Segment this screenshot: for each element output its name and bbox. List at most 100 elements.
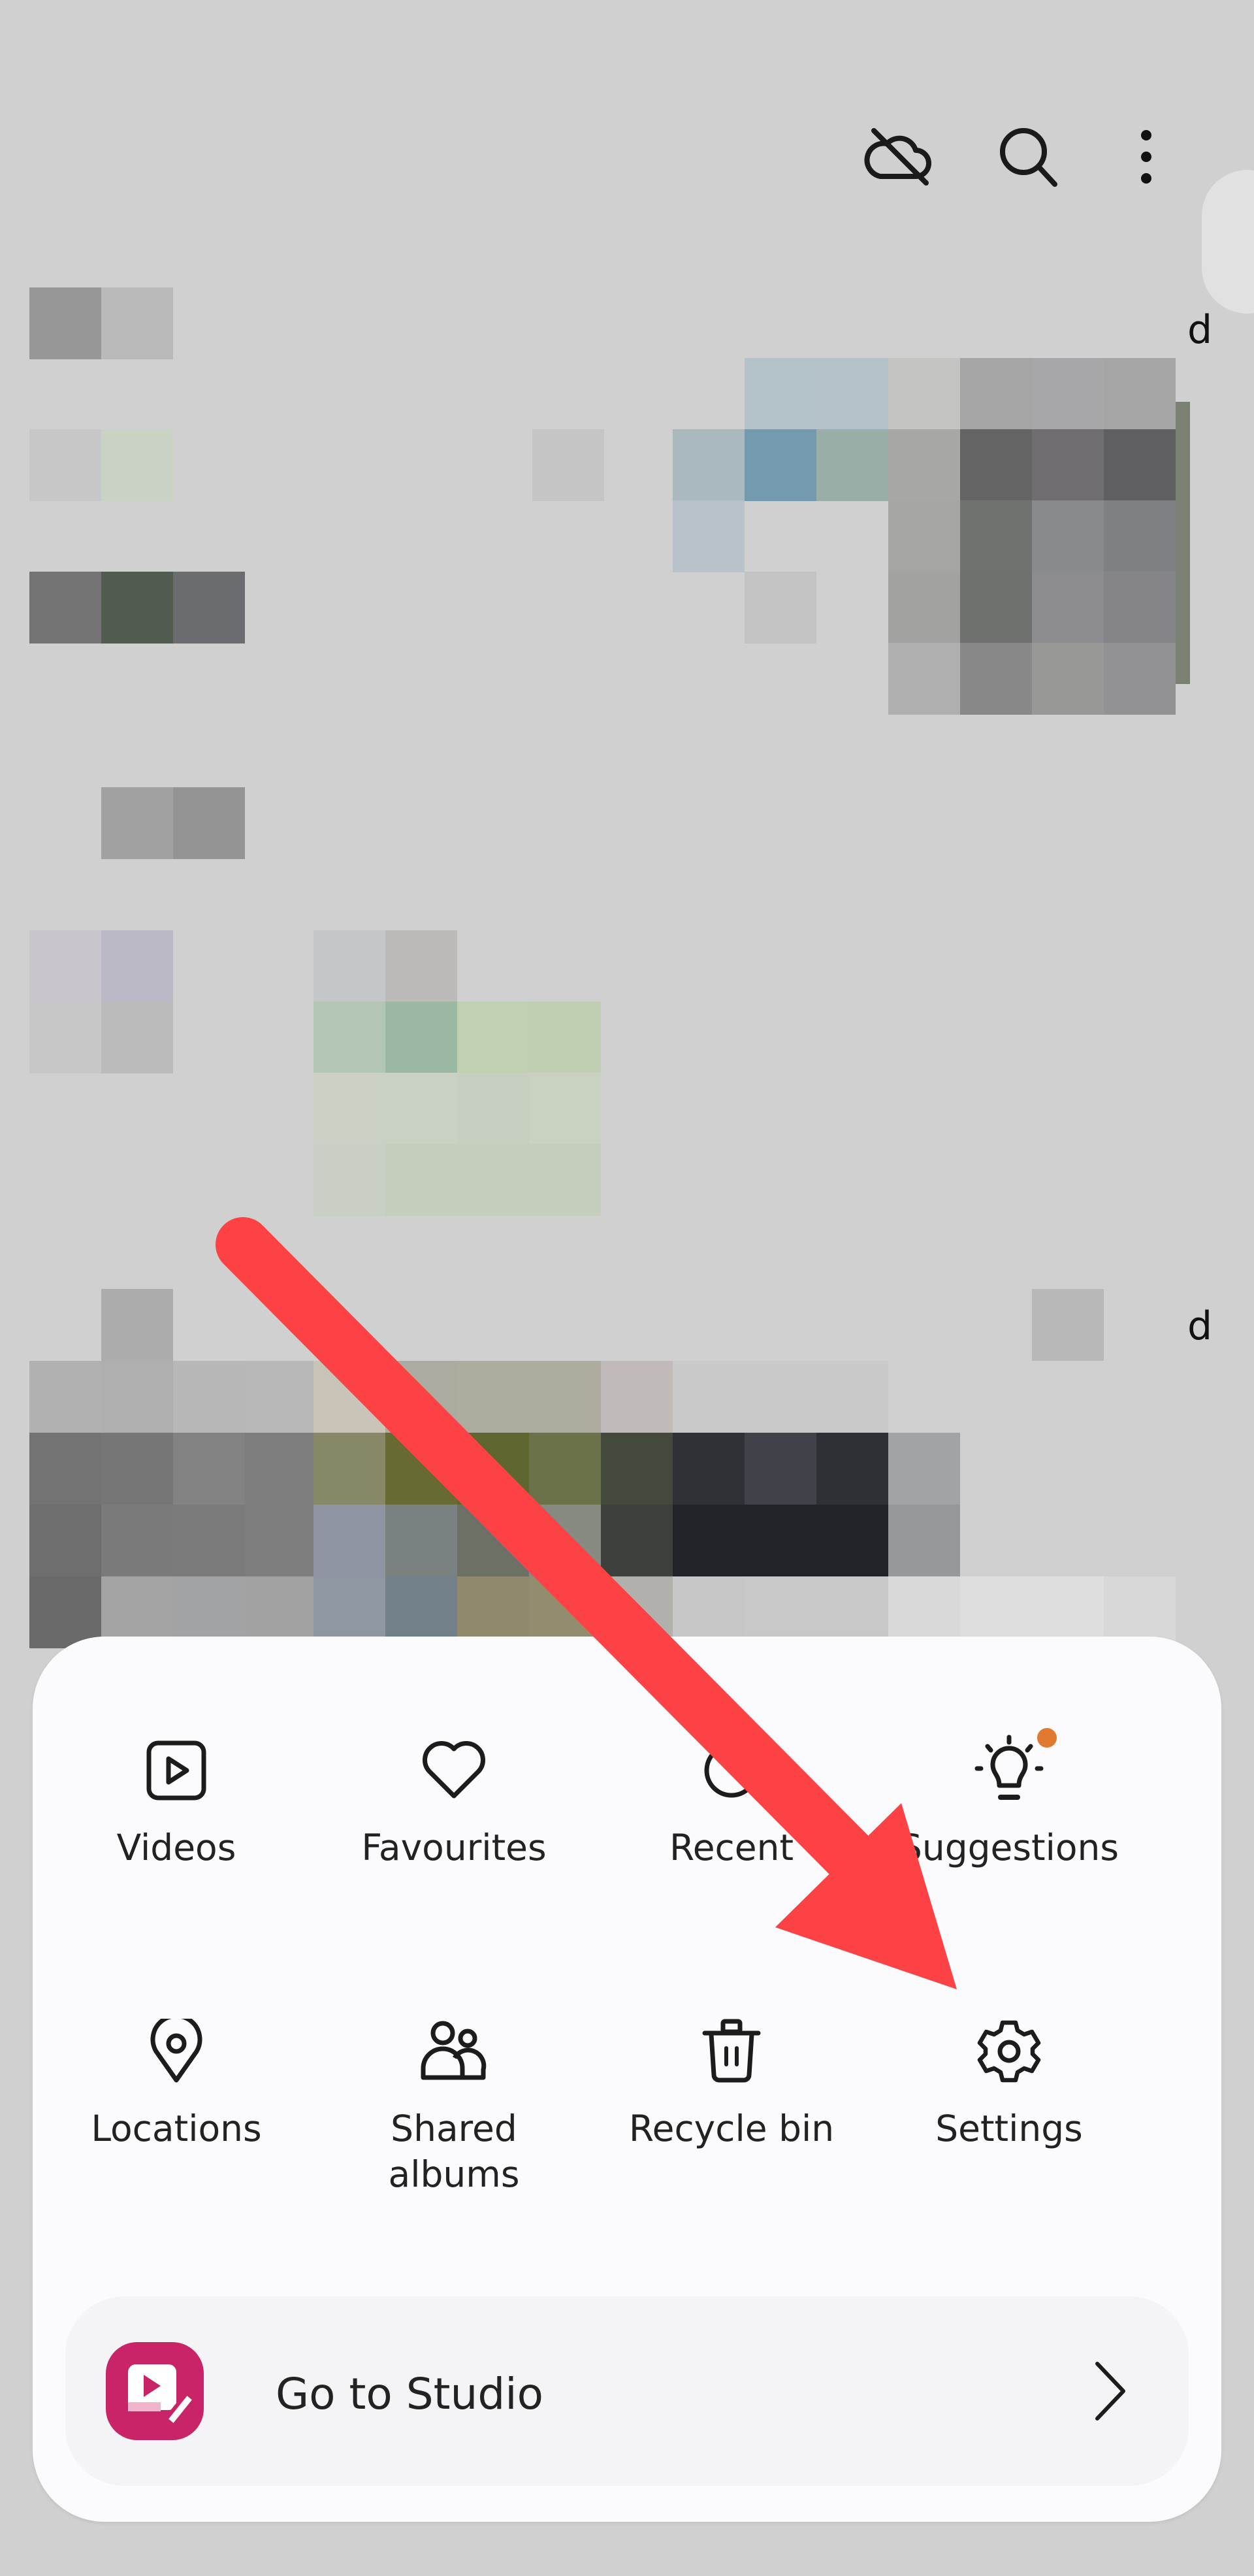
blurred-photo-tile bbox=[816, 358, 888, 430]
partial-label: d bbox=[1187, 307, 1213, 353]
blurred-photo-tile bbox=[888, 643, 960, 715]
blurred-photo-tile bbox=[101, 1361, 173, 1433]
menu-item-locations[interactable]: Locations bbox=[39, 2015, 314, 2151]
menu-item-favourites[interactable]: Favourites bbox=[317, 1735, 591, 1870]
blurred-photo-tile bbox=[385, 1144, 457, 1216]
blurred-photo-tile bbox=[673, 429, 745, 501]
blurred-photo-tile bbox=[816, 1361, 888, 1433]
blurred-photo-tile bbox=[245, 1505, 317, 1576]
more-options-icon[interactable] bbox=[1107, 118, 1185, 196]
studio-label: Go to Studio bbox=[276, 2369, 543, 2419]
menu-item-settings[interactable]: Settings bbox=[872, 2015, 1146, 2151]
blurred-photo-tile bbox=[960, 572, 1032, 644]
menu-item-label: Shared albums bbox=[388, 2108, 520, 2195]
blurred-photo-tile bbox=[29, 1433, 101, 1505]
blurred-photo-tile bbox=[457, 1073, 529, 1145]
blurred-photo-tile bbox=[745, 1433, 816, 1505]
blurred-photo-tile bbox=[1104, 500, 1176, 572]
blurred-photo-tile bbox=[529, 1144, 601, 1216]
blurred-photo-tile bbox=[1032, 572, 1104, 644]
blurred-photo-tile bbox=[960, 429, 1032, 501]
blurred-photo-tile bbox=[529, 1002, 601, 1073]
blurred-photo-tile bbox=[673, 500, 745, 572]
trash-icon bbox=[696, 2015, 767, 2087]
more-menu-sheet: Videos Favourites Recent Suggestions Loc… bbox=[33, 1637, 1221, 2522]
blurred-photo-tile bbox=[101, 930, 173, 1002]
blurred-photo-tile bbox=[314, 1361, 385, 1433]
blurred-photo-tile bbox=[745, 358, 816, 430]
blurred-photo-tile bbox=[745, 429, 816, 501]
blurred-photo-tile bbox=[1032, 358, 1104, 430]
menu-item-shared-albums[interactable]: Shared albums bbox=[317, 2015, 591, 2197]
blurred-photo-tile bbox=[1104, 358, 1176, 430]
blurred-photo-tile bbox=[29, 930, 101, 1002]
blurred-photo-tile bbox=[816, 1433, 888, 1505]
blurred-photo-tile bbox=[173, 787, 245, 859]
blurred-photo-tile bbox=[29, 1505, 101, 1576]
menu-item-label: Favourites bbox=[361, 1827, 547, 1868]
edge-panel-handle[interactable] bbox=[1202, 170, 1254, 314]
blurred-photo-tile bbox=[457, 1505, 529, 1576]
menu-item-label: Recent bbox=[669, 1827, 794, 1868]
menu-item-recycle-bin[interactable]: Recycle bin bbox=[594, 2015, 869, 2151]
blurred-photo-tile bbox=[173, 1433, 245, 1505]
blurred-photo-tile bbox=[745, 1505, 816, 1576]
blurred-photo-tile bbox=[101, 1289, 173, 1361]
blurred-photo-tile bbox=[457, 1002, 529, 1073]
blurred-photo-tile bbox=[457, 1361, 529, 1433]
blurred-photo-tile bbox=[601, 1433, 673, 1505]
gear-icon bbox=[973, 2015, 1045, 2087]
blurred-photo-tile bbox=[1032, 643, 1104, 715]
search-icon[interactable] bbox=[989, 118, 1068, 196]
blurred-photo-tile bbox=[314, 1505, 385, 1576]
blurred-photo-tile bbox=[1032, 429, 1104, 501]
blurred-photo-tile bbox=[385, 1073, 457, 1145]
blurred-photo-tile bbox=[101, 572, 173, 644]
blurred-photo-tile bbox=[101, 1433, 173, 1505]
blurred-photo-tile bbox=[314, 1002, 385, 1073]
blurred-photo-tile bbox=[888, 429, 960, 501]
blurred-photo-tile bbox=[816, 1505, 888, 1576]
blurred-photo-tile bbox=[29, 1002, 101, 1073]
blurred-photo-tile bbox=[245, 1361, 317, 1433]
blurred-photo-tile bbox=[314, 930, 385, 1002]
blurred-photo-tile bbox=[101, 1505, 173, 1576]
blurred-photo-tile bbox=[173, 1505, 245, 1576]
blurred-photo-tile bbox=[888, 358, 960, 430]
lightbulb-icon bbox=[973, 1728, 1057, 1806]
blurred-photo-tile bbox=[314, 1073, 385, 1145]
top-toolbar bbox=[0, 118, 1254, 196]
blurred-photo-tile bbox=[101, 1002, 173, 1073]
menu-item-label: Locations bbox=[91, 2108, 262, 2149]
blurred-photo-tile bbox=[385, 1002, 457, 1073]
blurred-photo-tile bbox=[960, 358, 1032, 430]
blurred-photo-tile bbox=[385, 1361, 457, 1433]
blurred-photo-tile bbox=[314, 1144, 385, 1216]
notification-badge bbox=[1037, 1728, 1057, 1748]
blurred-photo-tile bbox=[888, 500, 960, 572]
menu-item-suggestions[interactable]: Suggestions bbox=[872, 1728, 1146, 1870]
blurred-photo-tile bbox=[745, 1361, 816, 1433]
blurred-photo-tile bbox=[29, 572, 101, 644]
blurred-photo-tile bbox=[745, 572, 816, 644]
chevron-right-icon bbox=[1091, 2358, 1130, 2424]
blurred-photo-tile bbox=[816, 429, 888, 501]
blurred-photo-tile bbox=[173, 1361, 245, 1433]
heart-icon bbox=[418, 1735, 490, 1806]
blurred-photo-tile bbox=[601, 1505, 673, 1576]
blurred-photo-tile bbox=[101, 429, 173, 501]
blurred-photo-tile bbox=[314, 1433, 385, 1505]
cloud-off-icon[interactable] bbox=[859, 118, 937, 196]
menu-item-label: Recycle bin bbox=[628, 2108, 835, 2149]
menu-item-videos[interactable]: Videos bbox=[39, 1735, 314, 1870]
shared-people-icon bbox=[418, 2015, 490, 2087]
blurred-photo-tile bbox=[385, 930, 457, 1002]
blurred-photo-tile bbox=[529, 1505, 601, 1576]
blurred-photo-tile bbox=[101, 787, 173, 859]
blurred-photo-tile bbox=[529, 1433, 601, 1505]
menu-item-recent[interactable]: Recent bbox=[594, 1735, 869, 1870]
blurred-photo-tile bbox=[888, 1433, 960, 1505]
blurred-photo-tile bbox=[457, 1433, 529, 1505]
blurred-photo-tile bbox=[385, 1505, 457, 1576]
go-to-studio-button[interactable]: Go to Studio bbox=[65, 2296, 1189, 2486]
